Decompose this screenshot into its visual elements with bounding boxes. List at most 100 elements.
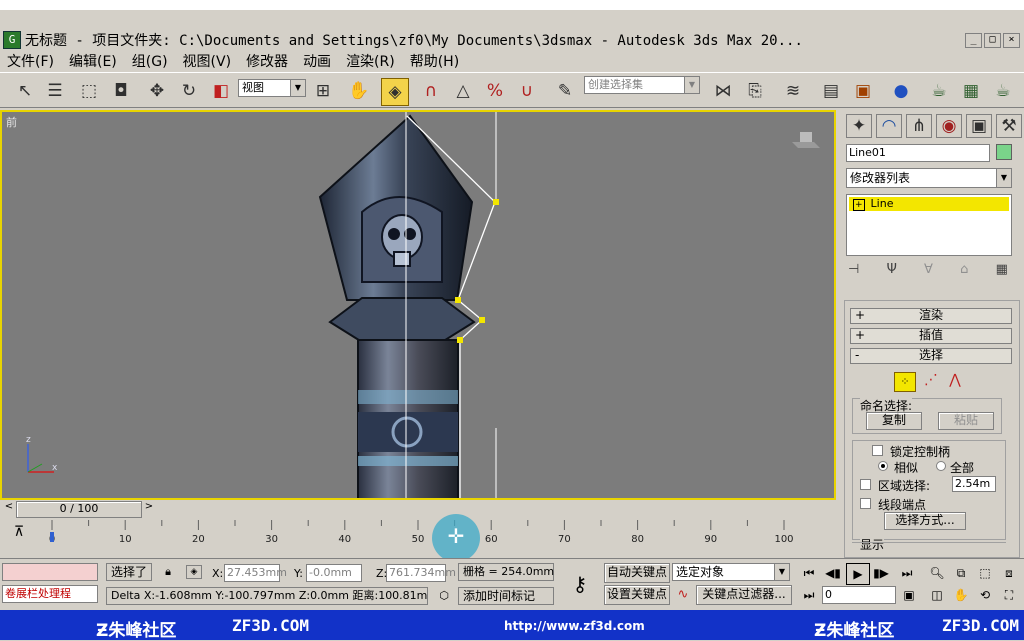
app-icon[interactable]: G [3,31,21,49]
area-select-spinner[interactable]: 2.54m [952,476,996,492]
maximize-button[interactable]: □ [984,32,1001,48]
menu-group[interactable]: 组(G) [132,51,168,71]
menu-rendering[interactable]: 渲染(R) [346,51,395,71]
render-frame-icon[interactable]: ▦ [958,78,984,104]
zoom-all-icon[interactable]: ⧉ [950,563,972,583]
modifier-list-combo[interactable]: 修改器列表 ▼ [846,168,1012,188]
vertex-mode-icon[interactable]: ⁘ [894,372,916,392]
rotate-icon[interactable]: ↻ [176,78,202,104]
selection-set-combo[interactable]: 创建选择集 ▼ [584,76,700,94]
rollout-selection[interactable]: - 选择 [850,348,1012,364]
close-button[interactable]: × [1003,32,1020,48]
time-next-arrow-icon[interactable]: > [142,501,156,515]
zoom-extents-all-icon[interactable]: ⧈ [998,563,1020,583]
layer-manager-icon[interactable]: ≋ [780,78,806,104]
pin-stack-icon[interactable]: ⊣ [848,262,859,277]
trackbar[interactable]: ⊼ 0102030405060708090100 ✛ [0,514,840,562]
show-end-result-icon[interactable]: Ψ [887,262,897,277]
curve-editor-mini-icon[interactable]: ⊼ [8,524,30,544]
select-by-name-icon[interactable]: ☰ [42,78,68,104]
stack-item-line[interactable]: + Line [849,197,1009,211]
similar-radio[interactable] [878,461,888,471]
add-time-tag[interactable]: 添加时间标记 [458,587,554,605]
window-crossing-icon[interactable]: ◘ [108,78,134,104]
pan-icon[interactable]: ✋ [950,585,972,605]
menu-edit[interactable]: 编辑(E) [69,51,117,71]
minimize-button[interactable]: _ [965,32,982,48]
menu-animation[interactable]: 动画 [303,51,331,71]
align-icon[interactable]: ⎘ [742,78,768,104]
all-radio[interactable] [936,461,946,471]
object-name-field[interactable]: Line01 [846,144,990,162]
zoom-icon[interactable]: 🔍︎ [926,563,948,583]
go-to-start-icon[interactable]: ⏮ [798,563,820,583]
rect-selection-icon[interactable]: ⬚ [76,78,102,104]
select-arrow-icon[interactable]: ↖ [12,78,38,104]
field-of-view-icon[interactable]: ◫ [926,585,948,605]
maxscript-listener[interactable] [2,563,98,581]
create-tab-icon[interactable]: ✦ [846,114,872,138]
utilities-tab-icon[interactable]: ⚒ [996,114,1022,138]
segment-end-checkbox[interactable] [860,498,871,509]
percent-snap-icon[interactable]: △ [450,78,476,104]
paste-button[interactable]: 粘贴 [938,412,994,430]
time-config-icon[interactable]: ▣ [898,585,920,605]
menu-modifiers[interactable]: 修改器 [246,51,288,71]
next-frame-icon[interactable]: ▮▶ [870,563,892,583]
snap-toggle-icon[interactable]: ◈ [381,78,409,106]
select-by-button[interactable]: 选择方式... [884,512,966,530]
menu-help[interactable]: 帮助(H) [410,51,459,71]
spinner-snap-icon[interactable]: % [482,78,508,104]
selection-lock-icon[interactable]: 🔒︎ [160,565,176,579]
schematic-view-icon[interactable]: ▣ [850,78,876,104]
remove-modifier-icon[interactable]: ⌂ [960,262,968,277]
configure-sets-icon[interactable]: ▦ [996,262,1008,277]
pivot-icon[interactable]: ⊞ [310,78,336,104]
lock-handles-checkbox[interactable] [872,445,883,456]
time-slider[interactable]: 0 / 100 [16,501,142,518]
auto-key-button[interactable]: 自动关键点 [604,563,670,583]
hierarchy-tab-icon[interactable]: ⋔ [906,114,932,138]
object-color-swatch[interactable] [996,144,1012,160]
x-coord-field[interactable]: 27.453mm [224,564,287,582]
motion-tab-icon[interactable]: ◉ [936,114,962,138]
arc-rotate-icon[interactable]: ⟲ [974,585,996,605]
angle-snap-icon[interactable]: ∩ [418,78,444,104]
rollout-interpolation[interactable]: + 插值 [850,328,1012,344]
magnet-icon[interactable]: ∪ [514,78,540,104]
area-select-checkbox[interactable] [860,479,871,490]
display-tab-icon[interactable]: ▣ [966,114,992,138]
set-key-icon[interactable]: ⚷ [560,565,600,603]
menu-file[interactable]: 文件(F) [7,51,54,71]
material-editor-icon[interactable]: ● [888,78,914,104]
select-manipulate-icon[interactable]: ✋ [346,78,372,104]
front-viewport[interactable]: 前 z x [0,110,836,500]
make-unique-icon[interactable]: ∀ [924,262,933,277]
go-to-end-icon[interactable]: ⏭ [896,563,918,583]
render-setup-icon[interactable]: ☕ [926,78,952,104]
current-frame-field[interactable]: 0 [822,586,896,604]
curve-editor-icon[interactable]: ▤ [818,78,844,104]
named-selection-icon[interactable]: ✎ [552,78,578,104]
zoom-extents-icon[interactable]: ⬚ [974,563,996,583]
segment-mode-icon[interactable]: ⋰ [920,372,942,392]
scale-icon[interactable]: ◧ [208,78,234,104]
key-mode-toggle-icon[interactable]: ⏭ [798,585,820,605]
quick-render-icon[interactable]: ☕ [990,78,1016,104]
modify-tab-icon[interactable]: ◠ [876,114,902,138]
key-mode-icon[interactable]: ∿ [674,587,692,605]
prev-frame-icon[interactable]: ◀▮ [822,563,844,583]
menu-views[interactable]: 视图(V) [183,51,232,71]
maximize-viewport-icon[interactable]: ⛶ [998,585,1020,605]
copy-button[interactable]: 复制 [866,412,922,430]
selected-object-combo[interactable]: 选定对象 ▼ [672,563,790,581]
set-key-button[interactable]: 设置关键点 [604,585,670,605]
spline-mode-icon[interactable]: ⋀ [944,372,966,392]
rollout-rendering[interactable]: + 渲染 [850,308,1012,324]
time-prev-arrow-icon[interactable]: < [2,501,16,515]
reference-coord-combo[interactable]: 视图 ▼ [238,79,306,97]
time-tag-icon[interactable]: ⬡ [436,589,452,603]
key-filters-button[interactable]: 关键点过滤器... [696,585,792,605]
prompt-line[interactable]: 卷展栏处理程 [2,585,98,603]
play-icon[interactable]: ▶ [846,563,870,585]
